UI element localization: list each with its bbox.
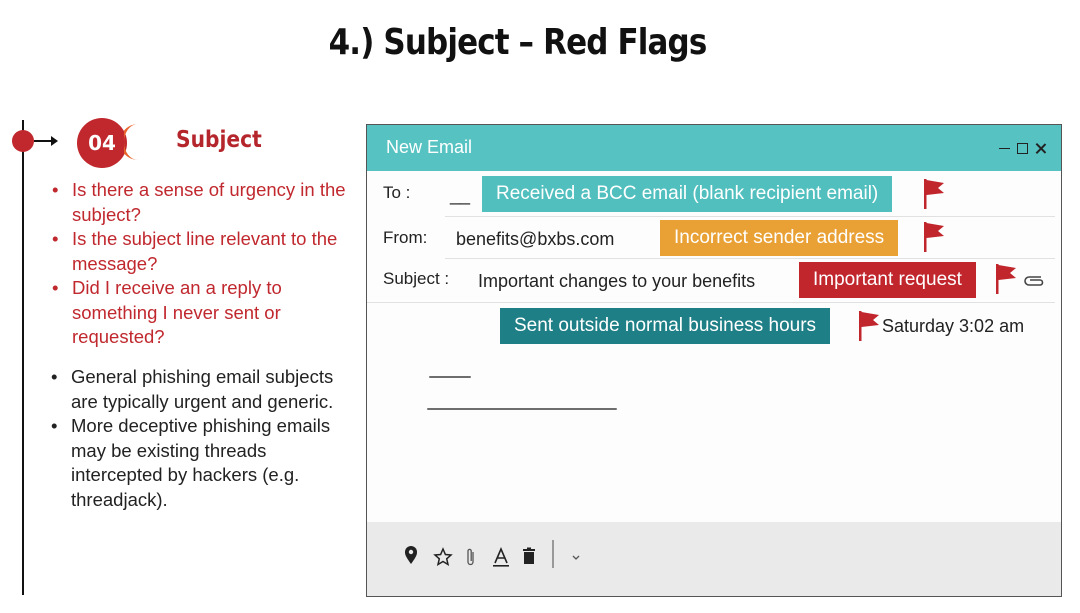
toolbar-divider [552, 540, 554, 568]
email-header: New Email [367, 125, 1061, 171]
slide-title: 4.) Subject – Red Flags [328, 22, 708, 63]
note-item: More deceptive phishing emails may be ex… [49, 414, 349, 512]
request-flag-label: Important request [799, 262, 976, 298]
subject-field[interactable]: Important changes to your benefits [478, 271, 755, 292]
star-icon[interactable] [433, 544, 453, 570]
chevron-down-icon[interactable] [569, 544, 583, 570]
bcc-flag-label: Received a BCC email (blank recipient em… [482, 176, 893, 212]
sender-flag-label: Incorrect sender address [660, 220, 899, 256]
body-scribble [427, 408, 617, 410]
step-label: Subject [176, 127, 262, 153]
red-flag-icon [924, 179, 944, 209]
note-item: General phishing email subjects are typi… [49, 365, 349, 414]
close-icon[interactable] [1034, 142, 1047, 155]
row-divider [445, 216, 1055, 217]
to-field[interactable]: __ [450, 185, 470, 206]
row-divider [367, 302, 1055, 303]
paperclip-icon[interactable] [1021, 271, 1045, 289]
email-window-title: New Email [386, 137, 473, 157]
hours-flag-label: Sent outside normal business hours [500, 308, 831, 344]
question-item: Is the subject line relevant to the mess… [50, 227, 350, 276]
subject-label: Subject : [383, 269, 450, 288]
timeline-dot [12, 130, 34, 152]
to-label: To : [383, 183, 411, 202]
maximize-icon[interactable] [1017, 142, 1028, 154]
trash-icon[interactable] [521, 544, 537, 570]
location-pin-icon[interactable] [403, 544, 419, 570]
from-field[interactable]: benefits@bxbs.com [456, 229, 614, 250]
step-number-badge: 04 [77, 118, 127, 168]
email-window: New Email To : __ Received a BCC email (… [366, 124, 1062, 597]
red-flag-icon [859, 311, 879, 341]
question-item: Did I receive an a reply to something I … [50, 276, 350, 350]
timeline-line [22, 120, 24, 595]
window-controls [998, 139, 1047, 157]
email-timestamp: Saturday 3:02 am [882, 316, 1025, 336]
timeline-arrow [34, 136, 58, 146]
from-label: From: [383, 228, 428, 247]
question-item: Is there a sense of urgency in the subje… [50, 178, 350, 227]
email-toolbar [367, 522, 1061, 596]
red-flag-questions: Is there a sense of urgency in the subje… [50, 178, 350, 350]
red-flag-icon [924, 222, 944, 252]
notes-list: General phishing email subjects are typi… [49, 365, 349, 512]
attachment-icon[interactable] [464, 544, 478, 570]
body-scribble [429, 376, 471, 378]
text-format-icon[interactable] [491, 544, 511, 570]
minimize-icon[interactable] [998, 142, 1011, 155]
crescent-icon [124, 124, 138, 160]
row-divider [445, 258, 1055, 259]
red-flag-icon [996, 264, 1016, 294]
